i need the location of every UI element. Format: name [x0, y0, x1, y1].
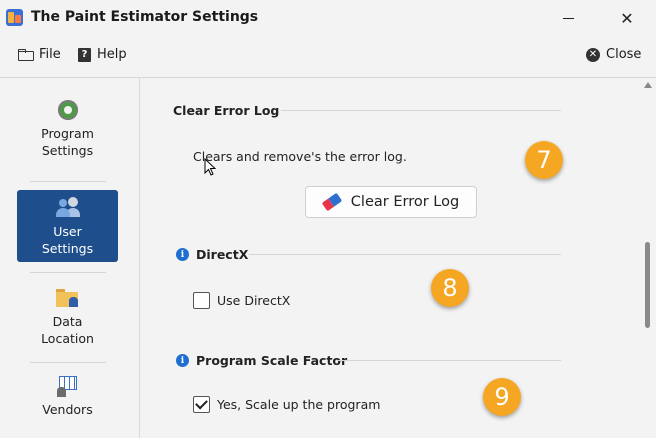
section-rule: [337, 360, 561, 361]
sidebar-item-label: Program: [41, 126, 94, 141]
window-close-button[interactable]: ✕: [604, 0, 650, 36]
clear-error-log-button-label: Clear Error Log: [350, 194, 460, 210]
vendor-table-icon: [56, 374, 80, 398]
scale-up-checkbox[interactable]: [193, 396, 210, 413]
section-rule: [281, 110, 561, 111]
sidebar-item-label: User: [53, 224, 82, 239]
folder-open-icon: [18, 49, 34, 61]
users-gear-icon: [55, 196, 80, 220]
gear-icon: [56, 98, 80, 122]
section-title-directx: DirectX: [196, 247, 249, 262]
menu-help[interactable]: ? Help: [78, 47, 127, 62]
vertical-scrollbar[interactable]: [640, 78, 656, 438]
sidebar-item-label: Location: [41, 331, 94, 346]
error-log-description: Clears and remove's the error log.: [193, 149, 407, 164]
app-logo-icon: [6, 9, 23, 26]
sidebar-divider: [30, 362, 106, 363]
close-circle-icon: ✕: [586, 47, 600, 62]
clear-error-log-button[interactable]: Clear Error Log: [305, 186, 477, 218]
minimize-button[interactable]: [545, 0, 591, 36]
scroll-thumb[interactable]: [645, 242, 650, 328]
use-directx-checkbox[interactable]: [193, 292, 210, 309]
sidebar-item-program-settings[interactable]: Program Settings: [17, 98, 118, 159]
step-badge-9: 9: [483, 378, 521, 416]
sidebar-item-user-settings[interactable]: User Settings: [17, 190, 118, 262]
menu-close[interactable]: ✕ Close: [586, 47, 641, 62]
sidebar-item-label: Vendors: [42, 402, 93, 417]
sidebar-divider: [30, 272, 106, 273]
step-badge-7: 7: [525, 141, 563, 179]
mouse-cursor-icon: [204, 158, 217, 176]
sidebar-item-label: Settings: [41, 241, 94, 256]
close-x-icon: ✕: [620, 8, 634, 28]
menu-close-label: Close: [606, 47, 642, 62]
menu-help-label: Help: [97, 47, 127, 62]
sidebar-item-label: Data: [52, 314, 83, 329]
info-icon: i: [176, 248, 189, 261]
section-title-clear-error-log: Clear Error Log: [173, 103, 280, 118]
menu-bar: File ? Help ✕ Close: [0, 40, 656, 72]
sidebar-item-vendors[interactable]: Vendors: [17, 374, 118, 418]
menu-file[interactable]: File: [18, 47, 61, 62]
eraser-icon: [320, 191, 343, 213]
help-icon: ?: [78, 47, 91, 62]
scale-up-label[interactable]: Yes, Scale up the program: [217, 397, 380, 412]
section-title-program-scale-factor: Program Scale Factor: [196, 353, 348, 368]
section-rule: [249, 254, 561, 255]
step-badge-8: 8: [431, 269, 469, 307]
sidebar: Program Settings User Settings Data Loca…: [0, 78, 140, 438]
sidebar-divider: [30, 181, 106, 182]
title-bar: The Paint Estimator Settings ✕: [0, 0, 656, 36]
info-icon: i: [176, 354, 189, 367]
sidebar-item-data-location[interactable]: Data Location: [17, 286, 118, 347]
scroll-up-arrow-icon[interactable]: [644, 82, 652, 88]
menu-file-label: File: [39, 47, 61, 62]
sidebar-item-label: Settings: [41, 143, 94, 158]
minimize-icon: [562, 17, 574, 19]
use-directx-label[interactable]: Use DirectX: [217, 293, 290, 308]
window-title: The Paint Estimator Settings: [31, 9, 259, 25]
settings-content: Clear Error Log Clears and remove's the …: [141, 78, 640, 438]
folder-user-icon: [55, 286, 80, 310]
